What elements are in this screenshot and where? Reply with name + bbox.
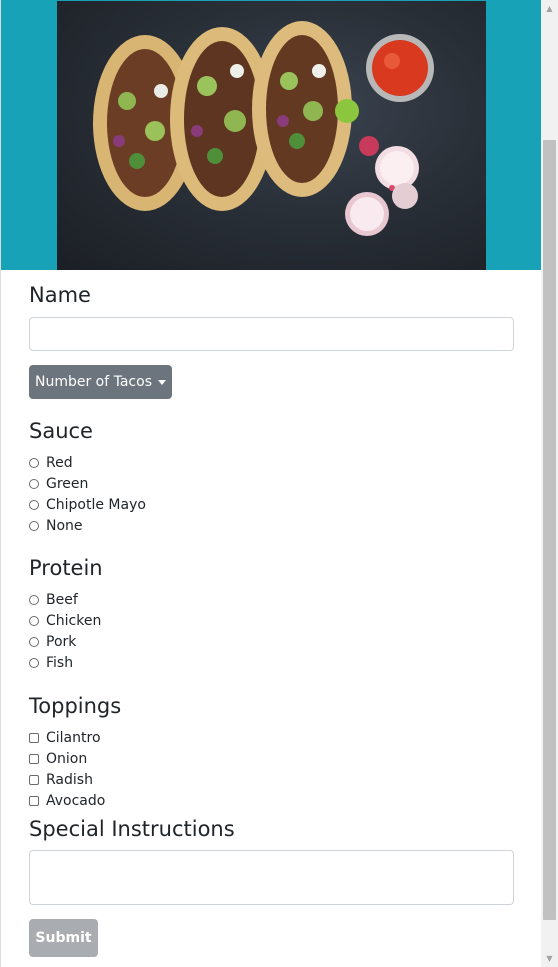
option-label: Beef (46, 592, 78, 608)
topping-option-avocado[interactable]: Avocado (29, 792, 105, 810)
protein-option-chicken[interactable]: Chicken (29, 612, 101, 630)
radio-icon[interactable] (29, 595, 39, 605)
caret-down-icon (158, 380, 166, 385)
toppings-title: Toppings (29, 694, 122, 718)
option-label: Fish (46, 655, 74, 671)
radio-icon[interactable] (29, 521, 39, 531)
tacos-illustration (93, 21, 434, 236)
name-label: Name (29, 283, 91, 307)
protein-option-fish[interactable]: Fish (29, 654, 73, 672)
radio-icon[interactable] (29, 637, 39, 647)
order-card: Name Number of Tacos Sauce Red Green Chi… (0, 0, 542, 967)
checkbox-icon[interactable] (29, 796, 39, 806)
option-label: Onion (46, 751, 88, 767)
option-label: Chicken (46, 613, 102, 629)
sauce-option-green[interactable]: Green (29, 475, 88, 493)
option-label: Green (46, 476, 89, 492)
sauce-option-chipotle-mayo[interactable]: Chipotle Mayo (29, 496, 146, 514)
hero-banner (1, 0, 541, 270)
submit-button[interactable]: Submit (29, 919, 98, 957)
option-label: None (46, 518, 83, 534)
checkbox-icon[interactable] (29, 775, 39, 785)
option-label: Cilantro (46, 730, 101, 746)
protein-option-pork[interactable]: Pork (29, 633, 76, 651)
sauce-option-red[interactable]: Red (29, 454, 73, 472)
number-of-tacos-label: Number of Tacos (34, 374, 152, 390)
tacos-photo (57, 1, 486, 270)
option-label: Pork (46, 634, 77, 650)
option-label: Chipotle Mayo (46, 497, 146, 513)
radio-icon[interactable] (29, 500, 39, 510)
page: Name Number of Tacos Sauce Red Green Chi… (0, 0, 558, 967)
checkbox-icon[interactable] (29, 733, 39, 743)
scroll-thumb[interactable] (543, 140, 556, 920)
radio-icon[interactable] (29, 616, 39, 626)
topping-option-onion[interactable]: Onion (29, 750, 87, 768)
scroll-up-icon[interactable]: ▲ (541, 0, 558, 17)
topping-option-cilantro[interactable]: Cilantro (29, 729, 101, 747)
option-label: Red (46, 455, 73, 471)
radio-icon[interactable] (29, 658, 39, 668)
number-of-tacos-dropdown[interactable]: Number of Tacos (29, 365, 172, 399)
option-label: Avocado (46, 793, 106, 809)
special-instructions-textarea[interactable] (29, 850, 514, 905)
radio-icon[interactable] (29, 479, 39, 489)
sauce-title: Sauce (29, 419, 93, 443)
vertical-scrollbar[interactable]: ▲ ▼ (541, 0, 558, 967)
topping-option-radish[interactable]: Radish (29, 771, 93, 789)
checkbox-icon[interactable] (29, 754, 39, 764)
protein-option-beef[interactable]: Beef (29, 591, 78, 609)
protein-title: Protein (29, 556, 103, 580)
radio-icon[interactable] (29, 458, 39, 468)
scroll-down-icon[interactable]: ▼ (541, 950, 558, 967)
option-label: Radish (46, 772, 93, 788)
name-input[interactable] (29, 317, 514, 351)
sauce-option-none[interactable]: None (29, 517, 83, 535)
special-instructions-label: Special Instructions (29, 817, 235, 841)
